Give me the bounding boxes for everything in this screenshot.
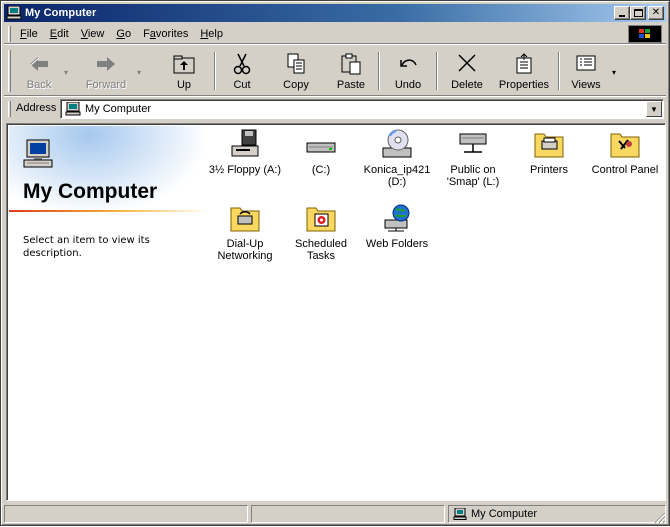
views-button[interactable]: Views bbox=[566, 50, 606, 92]
web-view-panel: My Computer Select an item to view its d… bbox=[9, 126, 209, 500]
paste-button[interactable]: Paste bbox=[330, 50, 372, 92]
menu-favorites[interactable]: Favorites bbox=[137, 28, 194, 40]
my-computer-icon[interactable] bbox=[6, 5, 22, 20]
item-dialup-networking[interactable]: Dial-Up Networking bbox=[207, 202, 283, 262]
forward-dropdown-icon[interactable]: ▾ bbox=[137, 68, 141, 77]
address-value: My Computer bbox=[85, 103, 152, 115]
paste-icon bbox=[338, 52, 364, 76]
address-label: Address bbox=[16, 102, 57, 114]
menu-view[interactable]: View bbox=[75, 28, 111, 40]
close-button[interactable]: ✕ bbox=[648, 6, 664, 20]
back-button[interactable]: Back bbox=[16, 50, 62, 92]
forward-arrow-icon bbox=[93, 52, 119, 76]
windows-logo-icon bbox=[628, 25, 662, 43]
properties-icon bbox=[511, 52, 537, 76]
delete-button[interactable]: Delete bbox=[444, 50, 490, 92]
folder-up-icon bbox=[171, 52, 197, 76]
hard-drive-icon bbox=[304, 128, 338, 160]
back-dropdown-icon[interactable]: ▾ bbox=[64, 68, 68, 77]
views-icon bbox=[573, 52, 599, 76]
explorer-window: My Computer ✕ File Edit View Go Favorite… bbox=[0, 0, 670, 526]
properties-button[interactable]: Properties bbox=[496, 50, 552, 92]
menu-go[interactable]: Go bbox=[110, 28, 137, 40]
address-dropdown-button[interactable]: ▼ bbox=[646, 101, 662, 117]
status-zone-text: My Computer bbox=[471, 508, 538, 520]
folder-view[interactable]: My Computer Select an item to view its d… bbox=[6, 123, 666, 501]
web-folders-icon bbox=[380, 202, 414, 234]
my-computer-icon bbox=[453, 507, 467, 520]
status-pane-middle bbox=[251, 505, 445, 523]
undo-button[interactable]: Undo bbox=[386, 50, 430, 92]
minimize-button[interactable] bbox=[614, 6, 630, 20]
cd-drive-icon bbox=[380, 128, 414, 160]
toolbar-grip[interactable] bbox=[8, 50, 11, 92]
forward-button[interactable]: Forward bbox=[78, 50, 134, 92]
panel-divider bbox=[9, 210, 209, 212]
menu-help[interactable]: Help bbox=[194, 28, 229, 40]
panel-title: My Computer bbox=[23, 180, 158, 203]
menu-bar: File Edit View Go Favorites Help bbox=[4, 24, 666, 44]
item-floppy-a[interactable]: 3½ Floppy (A:) bbox=[207, 128, 283, 176]
copy-button[interactable]: Copy bbox=[276, 50, 316, 92]
toolbar-separator bbox=[378, 52, 380, 90]
status-pane-zone: My Computer bbox=[448, 505, 666, 523]
scheduled-tasks-icon bbox=[304, 202, 338, 234]
item-network-l[interactable]: Public on 'Smap' (L:) bbox=[435, 128, 511, 188]
addressbar-grip[interactable] bbox=[8, 101, 11, 117]
close-icon: ✕ bbox=[651, 7, 661, 18]
up-button[interactable]: Up bbox=[164, 50, 204, 92]
toolbar-separator bbox=[558, 52, 560, 90]
item-printers[interactable]: Printers bbox=[511, 128, 587, 176]
maximize-button[interactable] bbox=[630, 6, 646, 20]
floppy-drive-icon bbox=[228, 128, 262, 160]
views-dropdown-icon[interactable]: ▾ bbox=[612, 68, 616, 77]
resize-grip-icon[interactable] bbox=[652, 510, 666, 524]
dialup-networking-icon bbox=[228, 202, 262, 234]
control-panel-icon bbox=[608, 128, 642, 160]
menu-file[interactable]: File bbox=[14, 28, 44, 40]
menubar-grip[interactable] bbox=[8, 26, 11, 42]
menu-edit[interactable]: Edit bbox=[44, 28, 75, 40]
item-cd-d[interactable]: Konica_ip421 (D:) bbox=[359, 128, 435, 188]
scissors-icon bbox=[229, 52, 255, 76]
network-drive-icon bbox=[456, 128, 490, 160]
toolbar-separator bbox=[214, 52, 216, 90]
address-input[interactable]: My Computer ▼ bbox=[60, 99, 664, 119]
standard-toolbar: Back ▾ Forward ▾ Up Cut Copy Paste Undo … bbox=[4, 46, 666, 96]
window-title: My Computer bbox=[25, 7, 97, 19]
items-grid: 3½ Floppy (A:) (C:) Konica_ip421 (D:) Pu… bbox=[207, 124, 665, 500]
printers-folder-icon bbox=[532, 128, 566, 160]
toolbar-separator bbox=[436, 52, 438, 90]
item-web-folders[interactable]: Web Folders bbox=[359, 202, 435, 250]
status-bar: My Computer bbox=[4, 504, 666, 524]
address-bar: Address My Computer ▼ bbox=[4, 98, 666, 120]
copy-icon bbox=[283, 52, 309, 76]
item-scheduled-tasks[interactable]: Scheduled Tasks bbox=[283, 202, 359, 262]
delete-x-icon bbox=[454, 52, 480, 76]
status-pane-main bbox=[4, 505, 248, 523]
item-control-panel[interactable]: Control Panel bbox=[587, 128, 663, 176]
back-arrow-icon bbox=[26, 52, 52, 76]
panel-description: Select an item to view its description. bbox=[23, 235, 150, 259]
undo-icon bbox=[395, 52, 421, 76]
item-drive-c[interactable]: (C:) bbox=[283, 128, 359, 176]
cut-button[interactable]: Cut bbox=[222, 50, 262, 92]
title-bar[interactable]: My Computer ✕ bbox=[4, 4, 666, 22]
my-computer-icon bbox=[65, 101, 81, 116]
chevron-down-icon: ▼ bbox=[650, 104, 658, 114]
my-computer-large-icon bbox=[21, 138, 55, 170]
